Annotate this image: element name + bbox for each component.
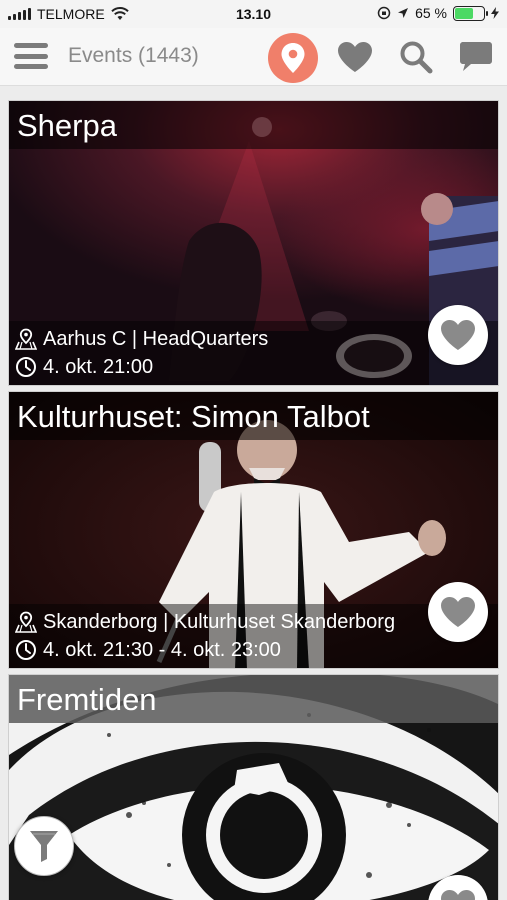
search-button[interactable]: [397, 38, 435, 76]
map-pin-icon: [281, 43, 305, 73]
event-time: 4. okt. 21:30 - 4. okt. 23:00: [43, 638, 281, 661]
location-arrow-icon: [398, 8, 409, 18]
event-title: Fremtiden: [9, 675, 498, 723]
event-time: 4. okt. 21:00: [43, 355, 154, 378]
menu-button[interactable]: [14, 40, 48, 72]
heart-icon: [338, 42, 372, 72]
heart-icon: [441, 890, 475, 900]
event-card[interactable]: Kulturhuset: Simon Talbot Skanderborg | …: [8, 391, 499, 669]
clock-icon: [16, 357, 36, 377]
location-button[interactable]: [268, 33, 318, 83]
event-time-row: 4. okt. 21:00: [15, 353, 492, 381]
funnel-filter-icon: [30, 831, 58, 862]
event-info: Aarhus C | HeadQuarters 4. okt. 21:00: [9, 321, 498, 385]
event-location: Skanderborg | Kulturhuset Skanderborg: [43, 610, 396, 633]
favorite-button[interactable]: [428, 582, 488, 642]
clock-icon: [16, 640, 36, 660]
search-icon: [400, 41, 433, 74]
favorite-button[interactable]: [428, 305, 488, 365]
map-location-icon: [15, 611, 37, 633]
event-time-row: 4. okt. 21:30 - 4. okt. 23:00: [15, 636, 492, 664]
chat-button[interactable]: [457, 38, 495, 76]
filter-button[interactable]: [14, 816, 74, 876]
status-right: 65 %: [377, 5, 499, 21]
battery-percent: 65 %: [415, 5, 447, 21]
page-title: Events (1443): [68, 44, 199, 67]
favorites-button[interactable]: [336, 38, 374, 76]
app-header: Events (1443): [0, 28, 507, 86]
event-info: Skanderborg | Kulturhuset Skanderborg 4.…: [9, 604, 498, 668]
charging-bolt-icon: [491, 7, 499, 19]
battery-fill: [455, 7, 474, 19]
event-location-row: Skanderborg | Kulturhuset Skanderborg: [15, 608, 492, 636]
map-location-icon: [15, 328, 37, 350]
menu-bar: [14, 43, 48, 48]
event-title: Sherpa: [9, 101, 498, 149]
chat-bubble-icon: [460, 42, 492, 71]
event-location-row: Aarhus C | HeadQuarters: [15, 325, 492, 353]
menu-bar: [14, 53, 48, 59]
heart-icon: [441, 597, 475, 627]
event-location: Aarhus C | HeadQuarters: [43, 327, 269, 350]
status-bar: TELMORE 13.10 65 %: [0, 0, 507, 28]
event-card[interactable]: Fremtiden: [8, 674, 499, 900]
event-feed[interactable]: Sherpa Aarhus C | HeadQuarters 4. okt. 2…: [0, 92, 507, 900]
orientation-lock-icon: [377, 6, 391, 20]
event-card[interactable]: Sherpa Aarhus C | HeadQuarters 4. okt. 2…: [8, 100, 499, 386]
heart-icon: [441, 320, 475, 350]
menu-bar: [14, 64, 48, 69]
event-title: Kulturhuset: Simon Talbot: [9, 392, 498, 440]
battery-icon: [453, 5, 488, 21]
